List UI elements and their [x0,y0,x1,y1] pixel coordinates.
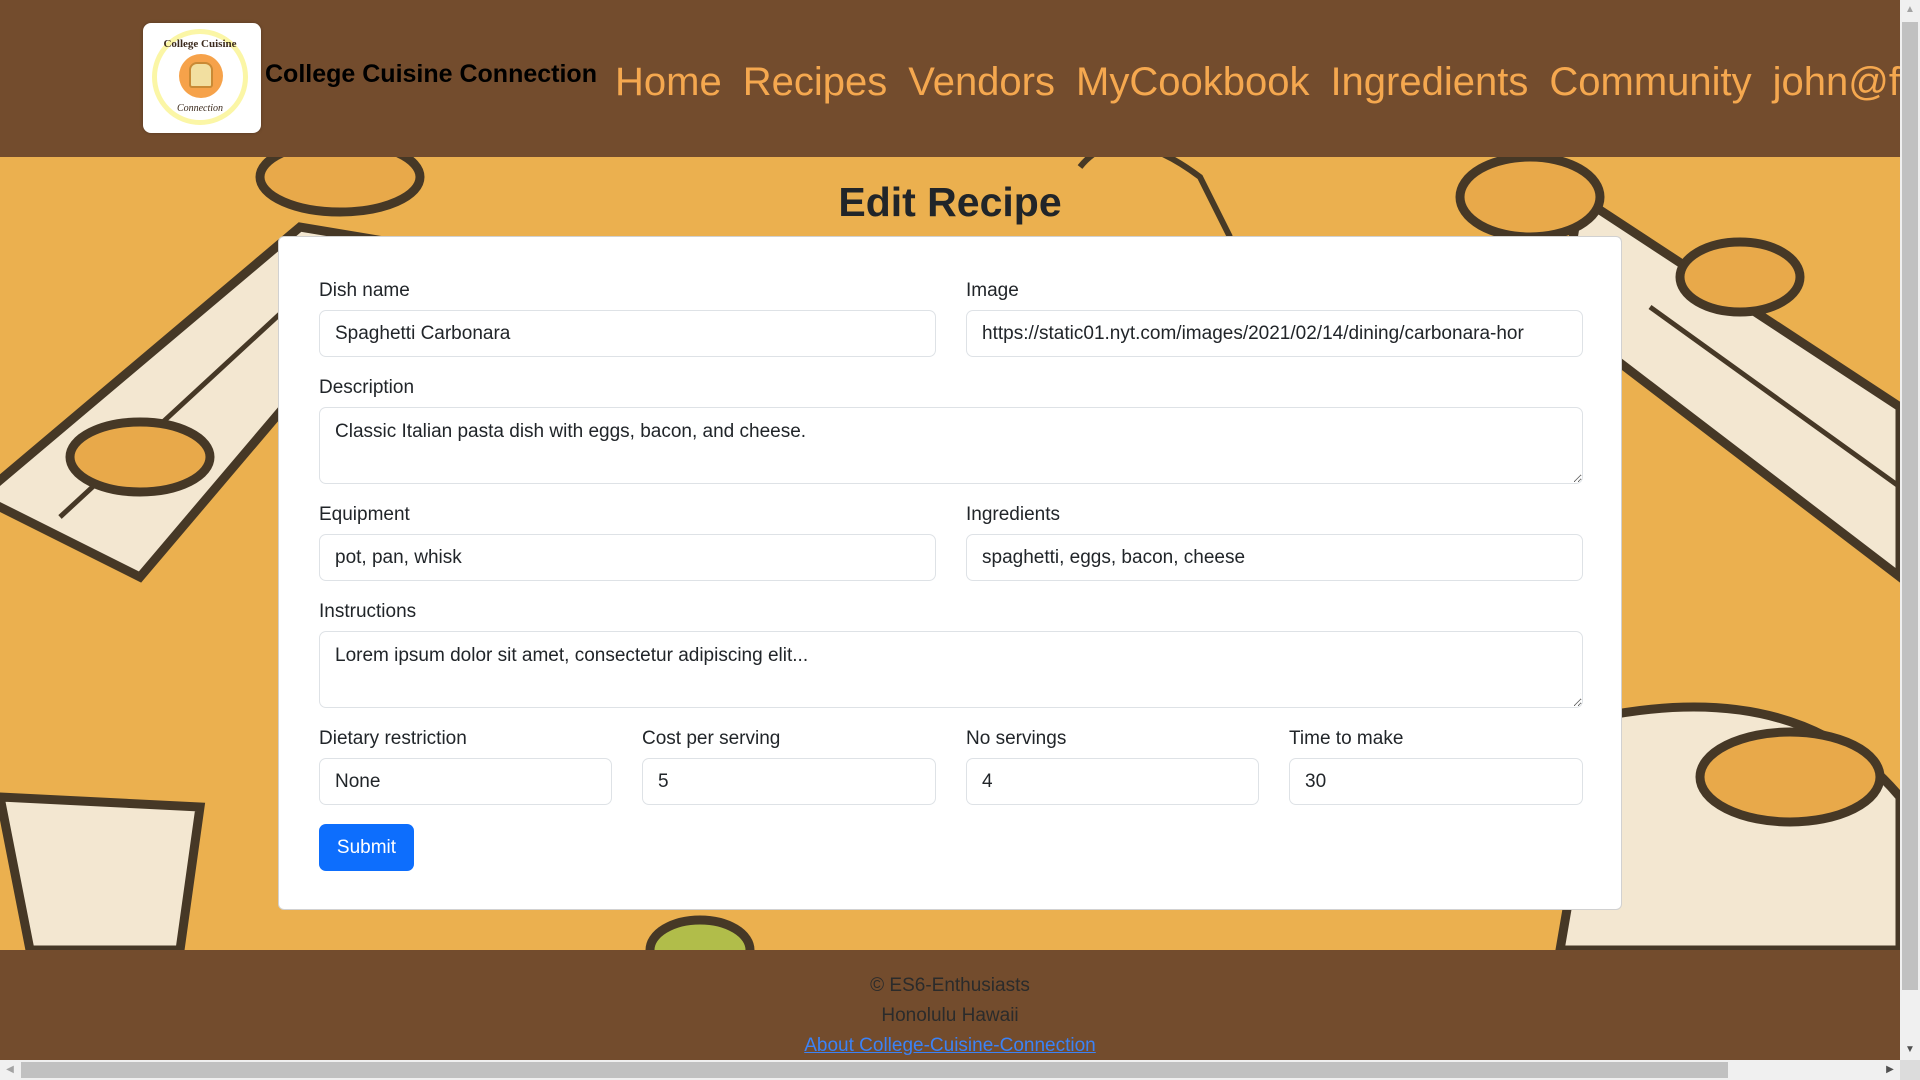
cost-per-serving-input[interactable] [642,758,936,805]
logo[interactable]: College Cuisine Connection [143,23,261,133]
no-servings-group: No servings [966,727,1259,805]
scroll-left-arrow-icon[interactable]: ◀ [2,1060,18,1080]
scroll-right-arrow-icon[interactable]: ▶ [1882,1060,1898,1080]
footer-about-link[interactable]: About College-Cuisine-Connection [804,1035,1096,1056]
equipment-group: Equipment [319,503,936,581]
cost-per-serving-group: Cost per serving [642,727,936,805]
browser-viewport: College Cuisine Connection College Cuisi… [0,0,1900,1060]
main-content: Edit Recipe Dish name Image Description … [0,157,1900,950]
logo-circle [179,54,223,98]
ingredients-group: Ingredients [966,503,1583,581]
edit-recipe-form: Dish name Image Description Classic Ital… [278,236,1622,910]
nav-link-community[interactable]: Community [1549,54,1751,110]
navbar: College Cuisine Connection College Cuisi… [0,0,1900,157]
nav-links: Home Recipes Vendors MyCookbook Ingredie… [615,54,1900,110]
dietary-restriction-input[interactable] [319,758,612,805]
cost-per-serving-label: Cost per serving [642,728,781,749]
vertical-scrollbar[interactable]: ▲ ▼ [1900,0,1920,1060]
description-textarea[interactable]: Classic Italian pasta dish with eggs, ba… [319,407,1583,484]
dietary-restriction-group: Dietary restriction [319,727,612,805]
image-url-input[interactable] [966,310,1583,357]
image-group: Image [966,279,1583,357]
instructions-textarea[interactable]: Lorem ipsum dolor sit amet, consectetur … [319,631,1583,708]
nav-link-vendors[interactable]: Vendors [908,54,1055,110]
nav-link-home[interactable]: Home [615,54,722,110]
dish-name-input[interactable] [319,310,936,357]
logo-badge: College Cuisine Connection [152,29,248,125]
ingredients-label: Ingredients [966,504,1061,525]
scroll-up-arrow-icon[interactable]: ▲ [1900,2,1920,18]
page-title: Edit Recipe [838,179,1062,225]
brand-name[interactable]: College Cuisine Connection [265,60,597,89]
description-group: Description Classic Italian pasta dish w… [319,376,1583,484]
vertical-scrollbar-thumb[interactable] [1902,22,1918,990]
time-to-make-group: Time to make [1289,727,1583,805]
scroll-down-arrow-icon[interactable]: ▼ [1900,1042,1920,1058]
footer: © ES6-Enthusiasts Honolulu Hawaii About … [0,950,1900,1060]
horizontal-scrollbar-thumb[interactable] [21,1062,1728,1078]
image-label: Image [966,280,1019,301]
logo-bottom-text: Connection [176,103,224,114]
horizontal-scrollbar[interactable]: ◀ ▶ [0,1060,1900,1080]
dish-name-label: Dish name [319,280,410,301]
nav-link-ingredients[interactable]: Ingredients [1330,54,1528,110]
instructions-label: Instructions [319,601,417,622]
time-to-make-input[interactable] [1289,758,1583,805]
ingredients-input[interactable] [966,534,1583,581]
footer-location: Honolulu Hawaii [881,1005,1019,1026]
description-label: Description [319,377,415,398]
nav-link-user-menu[interactable]: john@foo.com [1773,54,1900,110]
nav-link-mycookbook[interactable]: MyCookbook [1076,54,1309,110]
time-to-make-label: Time to make [1289,728,1404,749]
toast-icon [189,62,213,88]
scrollbar-corner [1900,1060,1920,1080]
dish-name-group: Dish name [319,279,936,357]
equipment-input[interactable] [319,534,936,581]
nav-link-recipes[interactable]: Recipes [743,54,888,110]
dietary-restriction-label: Dietary restriction [319,728,467,749]
logo-top-text: College Cuisine [163,38,237,50]
no-servings-input[interactable] [966,758,1259,805]
no-servings-label: No servings [966,728,1067,749]
submit-button[interactable]: Submit [319,824,414,871]
instructions-group: Instructions Lorem ipsum dolor sit amet,… [319,600,1583,708]
footer-copyright: © ES6-Enthusiasts [870,975,1030,996]
equipment-label: Equipment [319,504,410,525]
